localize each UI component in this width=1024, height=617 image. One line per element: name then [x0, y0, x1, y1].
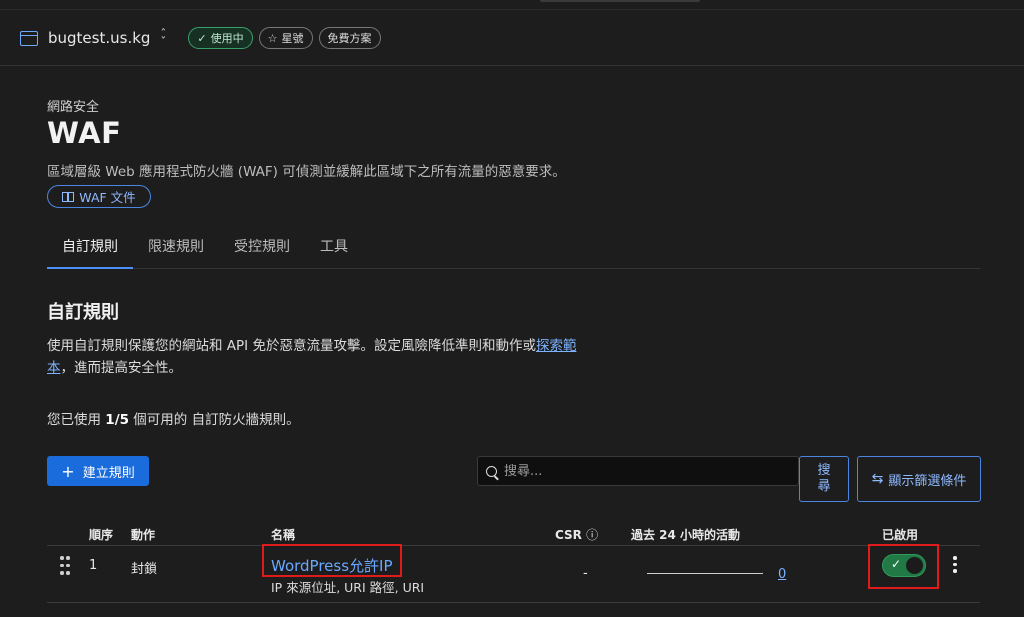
zone-header: bugtest.us.kg ˆˇ ✓ 使用中 ☆ 星號 免費方案 — [0, 11, 1024, 66]
search-button[interactable]: 搜尋 — [799, 456, 849, 502]
plan-label: 免費方案 — [327, 32, 372, 45]
waf-docs-label: WAF 文件 — [79, 190, 136, 205]
tab-tools[interactable]: 工具 — [305, 224, 363, 269]
star-icon: ☆ — [267, 31, 278, 45]
plan-badge: 免費方案 — [318, 27, 381, 49]
header-action[interactable]: 動作 — [131, 526, 155, 543]
star-button[interactable]: ☆ 星號 — [258, 27, 313, 49]
show-filters-label: 顯示篩選條件 — [888, 473, 967, 489]
activity-sparkline — [647, 560, 763, 574]
rule-fields: IP 來源位址, URI 路徑, URI — [271, 580, 425, 595]
browser-window-icon — [20, 30, 38, 46]
info-icon[interactable]: ⓘ — [586, 528, 598, 542]
header-enabled: 已啟用 — [882, 528, 919, 542]
swap-arrows-icon: ⇆ — [871, 471, 884, 487]
header-order[interactable]: 順序 — [89, 526, 113, 543]
section-description: 使用自訂規則保護您的網站和 API 免於惡意流量攻擊。設定風險降低準則和動作或探… — [47, 335, 627, 379]
search-button-label: 搜尋 — [817, 463, 831, 494]
create-rule-label: 建立規則 — [82, 465, 135, 481]
usage-count: 1/5 — [105, 412, 130, 428]
highlight-box-rule-name — [262, 544, 402, 577]
rule-action: 封鎖 — [131, 562, 158, 577]
rule-usage: 您已使用 1/5 個可用的 自訂防火牆規則。 — [47, 408, 300, 428]
usage-pre: 您已使用 — [47, 412, 106, 428]
create-rule-button[interactable]: + 建立規則 — [47, 456, 149, 486]
status-badge-active: ✓ 使用中 — [188, 27, 253, 49]
activity-count-link[interactable]: 0 — [778, 567, 786, 582]
search-box — [477, 456, 799, 486]
tab-bar: 自訂規則 限速規則 受控規則 工具 — [47, 224, 980, 269]
book-icon — [62, 191, 75, 202]
section-title: 自訂規則 — [47, 302, 119, 323]
header-csr[interactable]: CSR ⓘ — [555, 526, 598, 543]
explore-examples-link[interactable]: 探索範 — [536, 338, 577, 354]
top-notch — [540, 0, 700, 2]
drag-handle-icon[interactable] — [60, 556, 70, 576]
show-filters-button[interactable]: ⇆ 顯示篩選條件 — [857, 456, 981, 502]
tab-managed-rules[interactable]: 受控規則 — [219, 224, 305, 269]
breadcrumb: 網路安全 — [47, 100, 100, 115]
table-header: 順序 動作 名稱 CSR ⓘ 過去 24 小時的活動 已啟用 — [47, 520, 980, 546]
section-desc-tail: ，進而提高安全性。 — [60, 360, 183, 376]
star-label: 星號 — [281, 32, 304, 45]
waf-docs-button[interactable]: WAF 文件 — [47, 185, 151, 208]
chevron-updown-icon[interactable]: ˆˇ — [160, 28, 166, 48]
header-name[interactable]: 名稱 — [271, 526, 295, 543]
section-desc-text: 使用自訂規則保護您的網站和 API 免於惡意流量攻擊。設定風險降低準則和動作或 — [47, 338, 536, 354]
highlight-box-toggle — [868, 544, 939, 589]
rule-csr: - — [583, 566, 588, 581]
tab-rate-limiting[interactable]: 限速規則 — [133, 224, 219, 269]
plus-icon: + — [61, 461, 75, 481]
header-activity: 過去 24 小時的活動 — [631, 528, 741, 542]
rule-order: 1 — [89, 558, 98, 573]
more-options-icon[interactable] — [952, 556, 958, 573]
window-top-strip — [0, 0, 1024, 10]
table-row: 1 封鎖 WordPress允許IP IP 來源位址, URI 路徑, URI … — [47, 546, 980, 603]
page-title: WAF — [47, 116, 122, 150]
status-badge-label: 使用中 — [210, 32, 244, 45]
usage-post: 個可用的 自訂防火牆規則。 — [129, 412, 300, 428]
domain-name[interactable]: bugtest.us.kg — [48, 29, 150, 47]
page-description: 區域層級 Web 應用程式防火牆 (WAF) 可偵測並緩解此區域下之所有流量的惡… — [47, 164, 566, 180]
search-input[interactable] — [504, 463, 784, 479]
search-icon — [486, 465, 497, 477]
explore-examples-link-cont[interactable]: 本 — [47, 360, 61, 376]
check-icon: ✓ — [197, 31, 207, 45]
tab-custom-rules[interactable]: 自訂規則 — [47, 224, 133, 269]
